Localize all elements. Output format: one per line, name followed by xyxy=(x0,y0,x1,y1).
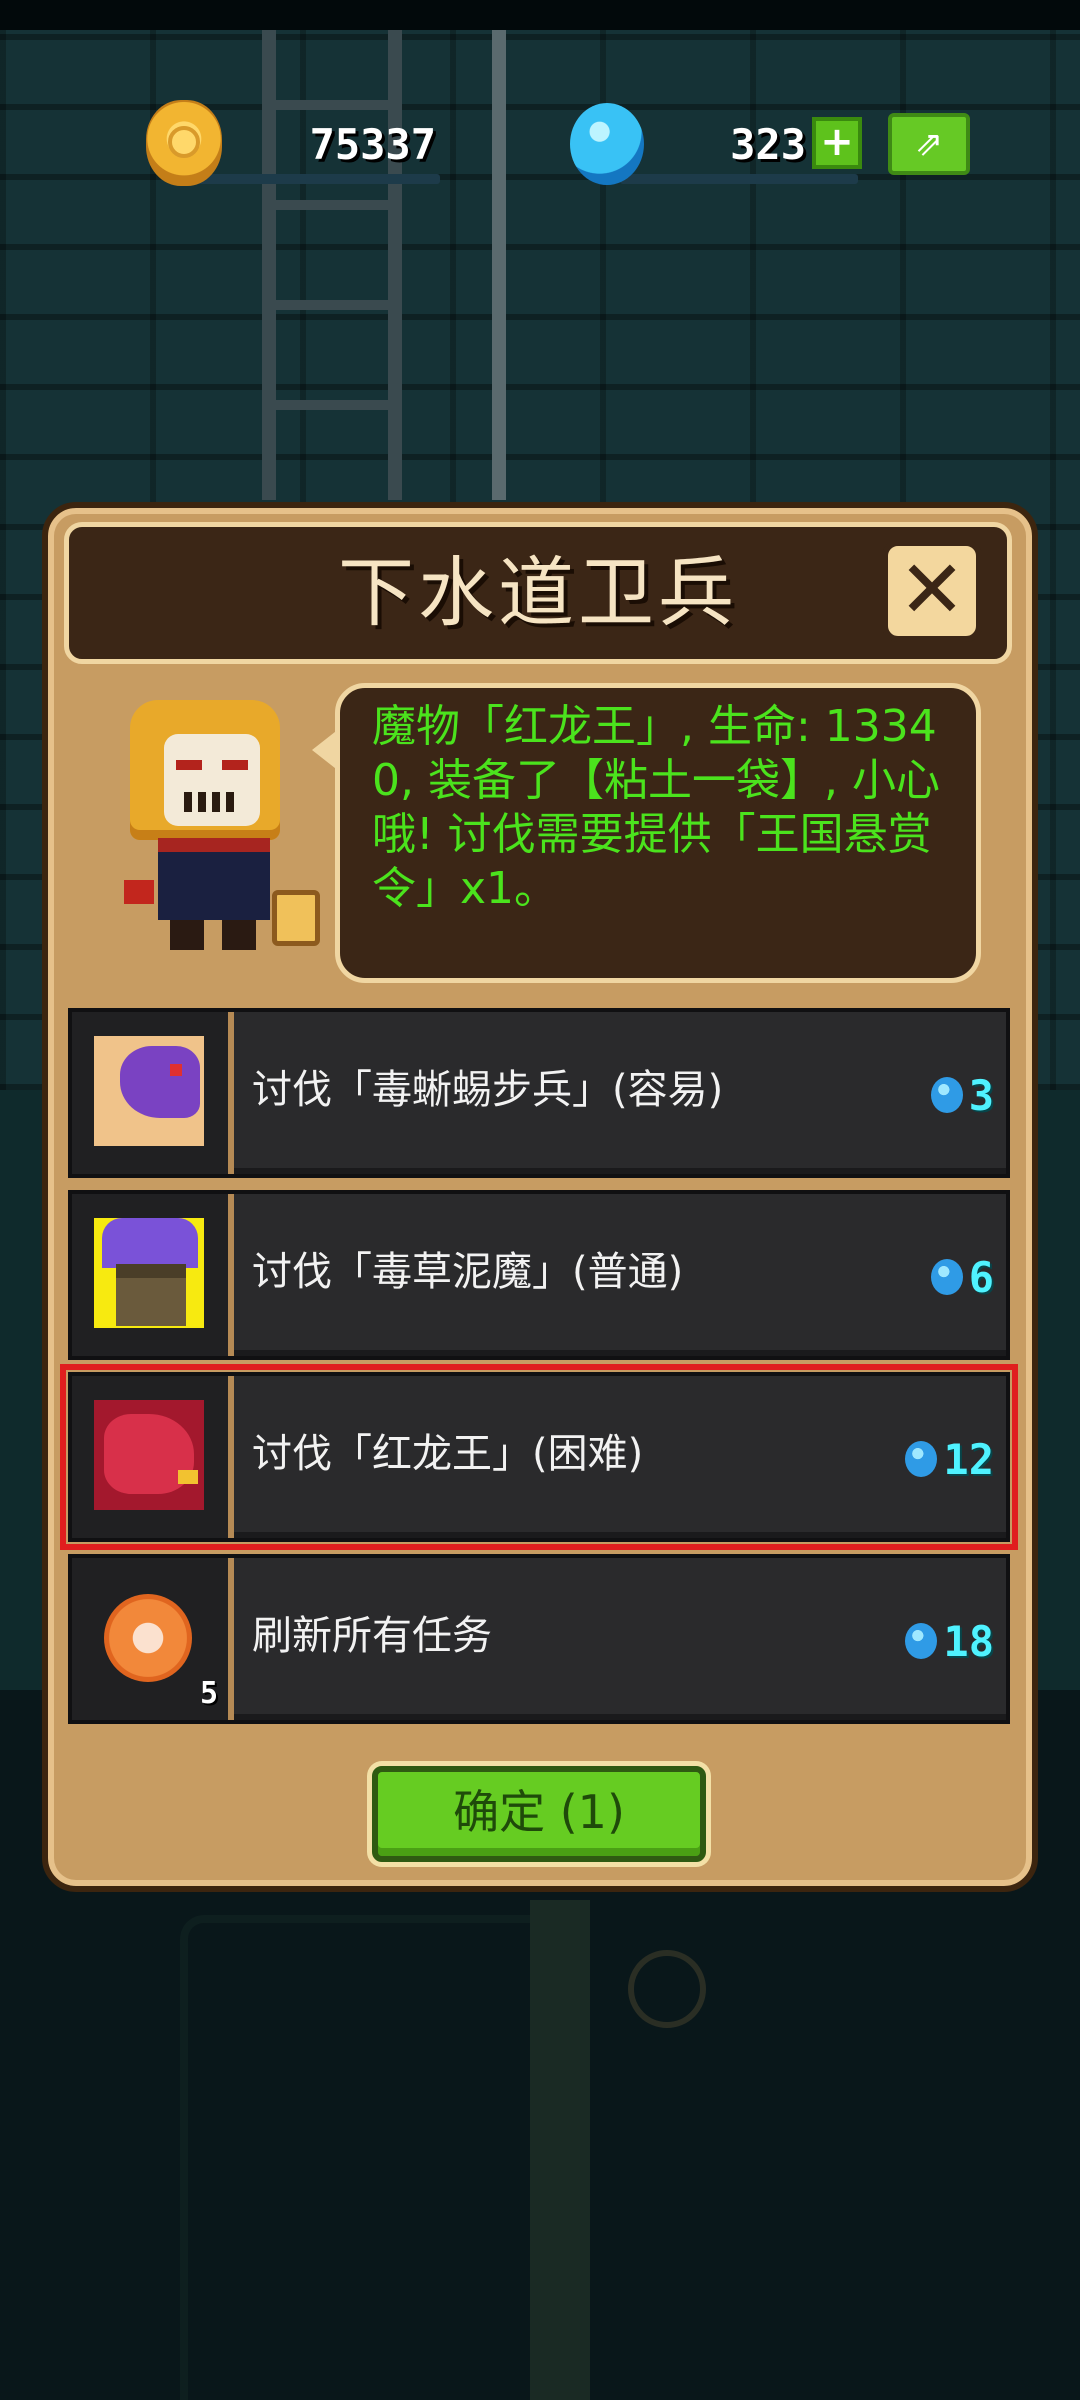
quest-cost-value: 3 xyxy=(968,1070,994,1120)
ladder-rung xyxy=(262,200,402,210)
purple-lizard-icon xyxy=(94,1036,204,1146)
quest-label: 讨伐「毒蜥蜴步兵」(容易) xyxy=(252,1067,724,1113)
share-button[interactable]: ⇗ xyxy=(888,113,970,175)
quest-icon-cell: 5 xyxy=(72,1558,234,1720)
pipe xyxy=(530,1900,590,2400)
close-icon: ✕ xyxy=(898,543,966,636)
quest-row-normal[interactable]: 讨伐「毒草泥魔」(普通) 6 xyxy=(68,1190,1010,1360)
gem-icon xyxy=(930,1077,963,1113)
confirm-button[interactable]: 确定 (1) xyxy=(372,1766,706,1862)
coin-amount: 75337 xyxy=(309,120,436,169)
quest-cost: 6 xyxy=(930,1252,994,1302)
metal-pole xyxy=(492,30,506,500)
gem-icon xyxy=(905,1441,938,1477)
add-gems-button[interactable]: + xyxy=(812,117,862,169)
close-button[interactable]: ✕ xyxy=(882,540,982,642)
npc-hand xyxy=(124,880,154,904)
quest-icon-cell xyxy=(72,1376,234,1538)
quest-cost: 18 xyxy=(905,1616,994,1666)
dialog-title: 下水道卫兵 xyxy=(338,548,738,637)
gem-bar xyxy=(620,174,858,184)
quest-label: 刷新所有任务 xyxy=(252,1613,492,1659)
npc-legs xyxy=(170,920,256,950)
coin-bar xyxy=(196,174,440,184)
gem-icon xyxy=(905,1623,938,1659)
quest-cost-value: 12 xyxy=(943,1434,994,1484)
gold-coin-icon xyxy=(146,100,222,186)
quest-row-easy[interactable]: 讨伐「毒蜥蜴步兵」(容易) 3 xyxy=(68,1008,1010,1178)
ladder-rung xyxy=(262,100,402,110)
blue-gem-icon xyxy=(570,103,644,185)
npc-guard-portrait xyxy=(120,700,330,950)
quest-cost-value: 18 xyxy=(943,1616,994,1666)
quest-cost: 3 xyxy=(930,1070,994,1120)
quest-cost: 12 xyxy=(905,1434,994,1484)
npc-dialogue-text: 魔物「红龙王」, 生命: 13340, 装备了【粘土一袋】, 小心哦! 讨伐需要… xyxy=(372,701,940,914)
quest-row-hard[interactable]: 讨伐「红龙王」(困难) 12 xyxy=(60,1364,1018,1550)
sewer-arch xyxy=(180,1915,580,2400)
ladder-rung xyxy=(262,300,402,310)
top-shadow xyxy=(0,0,1080,30)
refresh-quests-row[interactable]: 5 刷新所有任务 18 xyxy=(68,1554,1010,1724)
quest-icon-cell xyxy=(72,1012,234,1174)
valve-icon xyxy=(628,1950,706,2028)
share-icon: ⇗ xyxy=(914,124,944,164)
npc-mask xyxy=(164,734,260,826)
quest-label: 讨伐「红龙王」(困难) xyxy=(252,1431,644,1477)
gem-amount: 323 xyxy=(730,120,806,169)
mud-monster-icon xyxy=(94,1218,204,1328)
refresh-token-icon xyxy=(104,1594,192,1682)
quest-label: 讨伐「毒草泥魔」(普通) xyxy=(252,1249,684,1295)
red-dragon-icon xyxy=(94,1400,204,1510)
refresh-token-count: 5 xyxy=(200,1676,219,1711)
speech-bubble: 魔物「红龙王」, 生命: 13340, 装备了【粘土一袋】, 小心哦! 讨伐需要… xyxy=(335,683,981,983)
quest-icon-cell xyxy=(72,1194,234,1356)
ladder-rung xyxy=(262,400,402,410)
quest-cost-value: 6 xyxy=(968,1252,994,1302)
npc-body xyxy=(158,838,270,920)
gem-icon xyxy=(930,1259,963,1295)
lantern-icon xyxy=(272,890,320,946)
